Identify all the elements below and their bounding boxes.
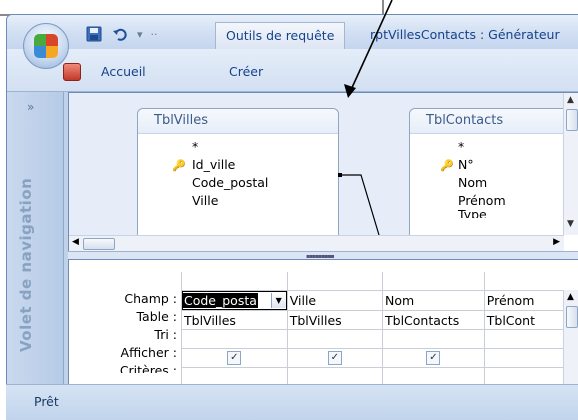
scroll-thumb[interactable] (566, 109, 578, 131)
scroll-up-icon[interactable]: ▲ (567, 292, 574, 302)
grid-cell-table[interactable]: TblVilles (181, 310, 288, 330)
office-button[interactable] (23, 23, 69, 69)
tab-creer[interactable]: Créer (229, 64, 263, 79)
row-label-champ: Champ : (124, 291, 177, 306)
design-horizontal-scrollbar[interactable]: ◀ ▶ (69, 235, 564, 251)
scroll-thumb[interactable] (83, 238, 115, 250)
grid-cell-show: ✓ (286, 348, 384, 368)
chevron-down-icon[interactable]: ▾ (137, 28, 143, 41)
row-label-table: Table : (136, 309, 177, 324)
status-text: Prêt (34, 394, 59, 409)
tab-query-tools[interactable]: Outils de requête (215, 22, 346, 49)
row-label-afficher: Afficher : (120, 345, 177, 360)
grid-cell-sort[interactable] (382, 329, 485, 349)
grid-cell-show: ✓ (181, 348, 288, 368)
grid-cell-field[interactable]: Nom (382, 290, 485, 311)
grid-cell-table[interactable]: TblVilles (286, 310, 384, 330)
scroll-up-icon[interactable]: ▲ (567, 95, 574, 105)
undo-icon[interactable] (111, 25, 129, 43)
query-design-surface[interactable]: TblVilles * 🔑 Id_ville Code_postal Ville … (68, 92, 578, 252)
grid-row-labels: Champ : Table : Tri : Afficher : Critère… (69, 260, 181, 384)
navigation-pane[interactable]: » Volet de navigation (7, 92, 64, 384)
title-bar: ▾ ·· Outils de requête rptVillesContacts… (7, 15, 578, 49)
selected-field-text: Code_posta (183, 293, 258, 308)
scroll-right-icon[interactable]: ▶ (553, 237, 560, 247)
nav-pane-label: Volet de navigation (17, 177, 35, 352)
quick-access-toolbar: ▾ ·· (85, 23, 158, 45)
scroll-thumb[interactable] (566, 306, 578, 328)
grid-vertical-scrollbar[interactable]: ▲ (563, 290, 578, 384)
chevron-down-icon[interactable]: ▼ (270, 293, 286, 308)
row-label-criteres: Critères : (119, 363, 177, 373)
status-bar: Prêt (6, 384, 578, 420)
grid-cell-sort[interactable] (286, 329, 384, 349)
nav-expand-icon[interactable]: » (27, 100, 34, 114)
show-checkbox[interactable]: ✓ (327, 351, 342, 365)
grid-cell-table[interactable]: TblContacts (382, 310, 485, 330)
show-checkbox[interactable]: ✓ (426, 351, 441, 365)
save-icon[interactable] (85, 25, 103, 43)
grid-cell-field[interactable]: Code_posta ▼ (181, 290, 288, 311)
qat-more-icon[interactable]: ·· (151, 28, 158, 41)
tab-accueil[interactable]: Accueil (101, 64, 146, 79)
scroll-left-icon[interactable]: ◀ (72, 237, 79, 247)
grid-cell-show: ✓ (382, 348, 485, 368)
grid-cell-sort[interactable] (181, 329, 288, 349)
table-area: TblVilles * 🔑 Id_ville Code_postal Ville … (69, 93, 564, 235)
row-label-tri: Tri : (154, 327, 177, 342)
qbe-grid[interactable]: Champ : Table : Tri : Afficher : Critère… (68, 259, 578, 387)
scroll-down-icon[interactable]: ▼ (567, 219, 574, 229)
access-icon (63, 63, 81, 81)
window-title: rptVillesContacts : Générateur (370, 27, 560, 42)
design-vertical-scrollbar[interactable]: ▲ ▼ (563, 93, 578, 235)
join-line[interactable] (69, 93, 564, 235)
show-checkbox[interactable]: ✓ (227, 351, 242, 365)
ribbon: Accueil Créer (7, 49, 578, 92)
grid-cell-field[interactable]: Ville (286, 290, 384, 311)
office-logo-icon (34, 34, 58, 58)
qbe-table: Code_posta ▼ Ville Nom Prénom TblVilles T… (181, 272, 578, 387)
